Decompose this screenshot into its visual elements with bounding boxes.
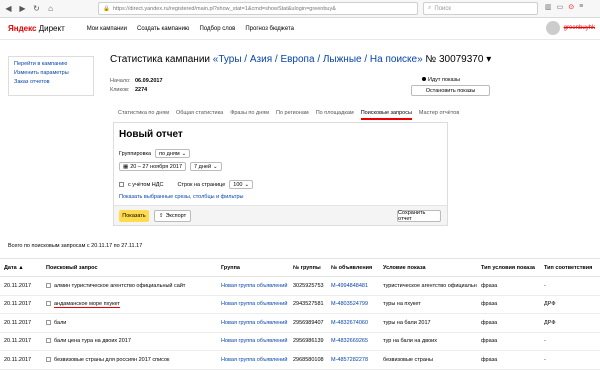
avatar[interactable]: [545, 21, 560, 35]
status-dot-icon: [422, 77, 426, 81]
export-icon: ⇪: [158, 213, 164, 219]
reload-icon[interactable]: ↻: [31, 3, 42, 14]
order-reports-link[interactable]: Заказ отчетов: [14, 78, 88, 87]
ad-link[interactable]: М-4857282278: [331, 357, 368, 363]
stat-tabs: Статистика по дням Общая статистика Фраз…: [118, 110, 459, 120]
chevron-down-icon: ⌄: [244, 181, 250, 188]
start-date: 06.09.2017: [135, 78, 163, 84]
chevron-down-icon: ⌄: [213, 163, 218, 170]
ad-link[interactable]: М-4803524799: [331, 301, 368, 307]
col-group[interactable]: Группа: [217, 258, 289, 277]
group-link[interactable]: Новая группа объявлений: [221, 283, 287, 289]
date-row: ▦ 20 – 27 ноября 2017 7 дней ⌄: [119, 162, 222, 171]
goto-campaign-link[interactable]: Перейти в кампанию: [14, 60, 88, 69]
report-title: Новый отчет: [119, 129, 183, 140]
row-checkbox[interactable]: [46, 338, 51, 344]
calendar-icon: ▦: [123, 163, 129, 170]
nav-word-selection[interactable]: Подбор слов: [199, 26, 235, 32]
table-row: 20.11.2017 алмин туристическое агентство…: [0, 276, 600, 296]
options-row: с учётом НДС Строк на странице 100 ⌄: [119, 180, 254, 189]
top-nav: Мои кампании Создать кампанию Подбор сло…: [87, 26, 294, 32]
campaign-meta: Начало: 06.09.2017 Кликов: 2274: [110, 78, 163, 93]
row-checkbox[interactable]: [46, 301, 51, 307]
show-button[interactable]: Показать: [119, 210, 149, 222]
col-condition-type[interactable]: Тип условия показа: [477, 258, 540, 277]
tab-general[interactable]: Общая статистика: [176, 110, 223, 120]
col-ad-id[interactable]: № объявления: [327, 258, 379, 277]
table-row: 20.11.2017 безвизовые страны для россиян…: [0, 350, 600, 370]
tab-by-days[interactable]: Статистика по дням: [118, 110, 169, 120]
group-link[interactable]: Новая группа объявлений: [221, 320, 287, 326]
yandex-direct-logo[interactable]: Яндекс Директ: [8, 24, 65, 33]
report-panel: Новый отчет Группировка по дням ⌄ ▦ 20 – 2…: [113, 122, 448, 226]
chevron-down-icon: ⌄: [181, 150, 187, 157]
col-date[interactable]: Дата ▲: [0, 258, 42, 277]
report-actions: Показать ⇪ Экспорт Сохранить отчет: [114, 205, 447, 225]
search-queries-table: Дата ▲ Поисковый запрос Группа № группы …: [0, 258, 600, 370]
vat-checkbox[interactable]: [119, 182, 124, 187]
tab-regions[interactable]: По регионам: [276, 110, 309, 120]
save-report-button[interactable]: Сохранить отчет: [397, 210, 441, 222]
stop-shows-button[interactable]: Остановить показы: [411, 85, 490, 96]
site-header: Яндекс Директ Мои кампании Создать кампа…: [0, 18, 600, 40]
tab-search-queries[interactable]: Поисковые запросы: [360, 110, 412, 120]
ad-link[interactable]: М-4832669265: [331, 338, 368, 344]
summary-text: Всего по поисковым запросам с 20.11.17 п…: [8, 243, 143, 249]
row-checkbox[interactable]: [46, 356, 51, 362]
extension-icon[interactable]: ⊙: [568, 3, 574, 11]
row-checkbox[interactable]: [46, 319, 51, 325]
user-menu[interactable]: greenbuyhk: [545, 21, 595, 35]
filters-row: Показать выбранные срезы, столбцы и филь…: [119, 194, 243, 200]
tab-report-wizard[interactable]: Мастер отчётов: [419, 110, 459, 120]
forward-icon[interactable]: ▶: [17, 3, 28, 14]
export-button[interactable]: ⇪ Экспорт: [154, 210, 191, 222]
group-select[interactable]: по дням ⌄: [155, 149, 191, 158]
ad-link[interactable]: М-4832674060: [331, 320, 368, 326]
rows-per-page-select[interactable]: 100 ⌄: [229, 180, 254, 189]
home-icon[interactable]: ⌂: [45, 3, 56, 14]
address-bar[interactable]: 🔒 https://direct.yandex.ru/registered/ma…: [98, 2, 418, 15]
nav-my-campaigns[interactable]: Мои кампании: [87, 26, 127, 32]
tab-placements[interactable]: По площадкам: [316, 110, 354, 120]
sidebar-icon[interactable]: ▭: [557, 3, 564, 11]
page-title: Статистика кампании «Туры / Азия / Европ…: [110, 54, 492, 65]
username[interactable]: greenbuyhk: [564, 25, 595, 31]
tab-phrases[interactable]: Фразы по дням: [230, 110, 269, 120]
menu-icon[interactable]: ≡: [579, 3, 583, 11]
group-link[interactable]: Новая группа объявлений: [221, 301, 287, 307]
group-link[interactable]: Новая группа объявлений: [221, 357, 287, 363]
back-icon[interactable]: ◀: [3, 3, 14, 14]
col-match-type[interactable]: Тип соответствия: [540, 258, 600, 277]
search-icon: ⌕: [428, 5, 432, 11]
nav-budget-forecast[interactable]: Прогноз бюджета: [245, 26, 294, 32]
col-condition[interactable]: Условие показа: [379, 258, 477, 277]
nav-create-campaign[interactable]: Создать кампанию: [137, 26, 189, 32]
period-select[interactable]: 7 дней ⌄: [190, 162, 222, 171]
ad-link[interactable]: М-4994848481: [331, 283, 368, 289]
show-filters-link[interactable]: Показать выбранные срезы, столбцы и филь…: [119, 194, 243, 200]
table-header-row: Дата ▲ Поисковый запрос Группа № группы …: [0, 258, 600, 277]
table-row: 20.11.2017 бали цена тура на двоих 2017 …: [0, 332, 600, 351]
lock-icon: 🔒: [103, 5, 110, 12]
table-row: 20.11.2017 бали Новая группа объявлений …: [0, 313, 600, 333]
group-link[interactable]: Новая группа объявлений: [221, 338, 287, 344]
clicks-count: 2274: [135, 87, 148, 93]
edit-params-link[interactable]: Изменить параметры: [14, 69, 88, 78]
shows-status: Идут показы: [422, 77, 460, 83]
group-row: Группировка по дням ⌄: [119, 149, 191, 158]
table-row: 20.11.2017 андаманское море пхукет Новая…: [0, 295, 600, 314]
campaign-name-link[interactable]: «Туры / Азия / Европа / Лыжные / На поис…: [213, 54, 423, 65]
browser-toolbar: ◀ ▶ ↻ ⌂ 🔒 https://direct.yandex.ru/regis…: [0, 0, 600, 18]
col-query[interactable]: Поисковый запрос: [42, 258, 217, 277]
library-icon[interactable]: ▥: [545, 3, 552, 11]
col-group-id[interactable]: № группы: [289, 258, 327, 277]
url-text: https://direct.yandex.ru/registered/main…: [112, 5, 336, 12]
date-range-picker[interactable]: ▦ 20 – 27 ноября 2017: [119, 162, 187, 171]
browser-search-input[interactable]: ⌕ Поиск: [423, 2, 538, 15]
campaign-actions-box: Перейти в кампанию Изменить параметры За…: [8, 56, 94, 96]
row-checkbox[interactable]: [46, 282, 51, 288]
